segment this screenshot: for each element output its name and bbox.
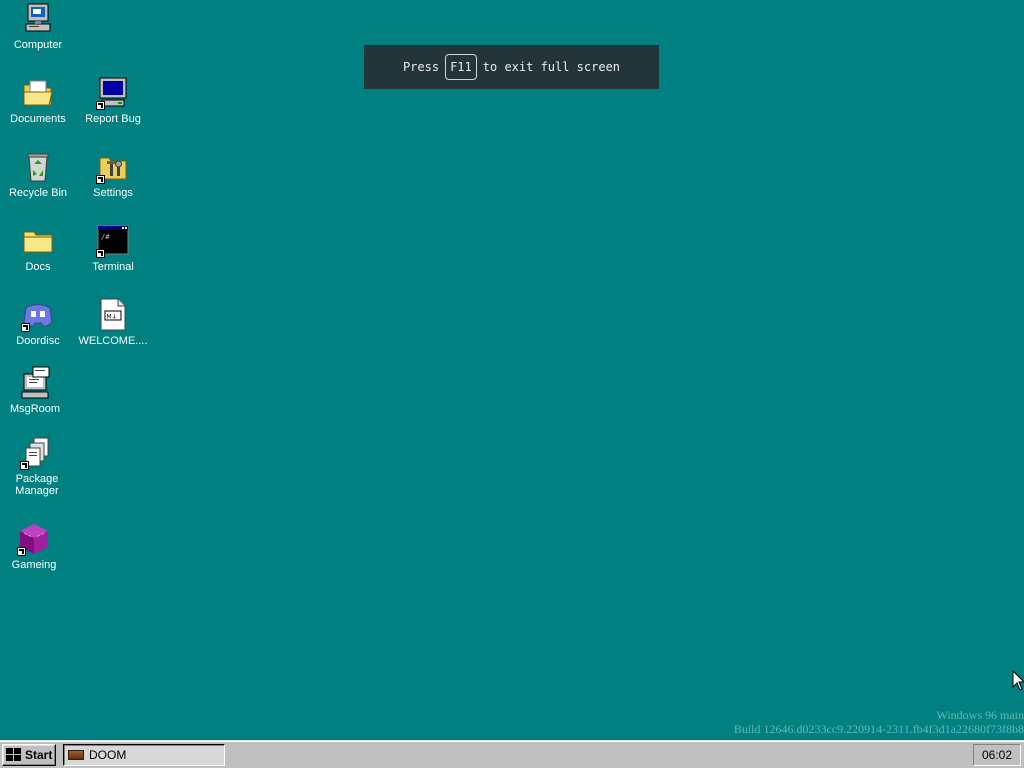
clock-time: 06:02 [981, 748, 1013, 762]
folder-open-icon [21, 76, 55, 110]
desktop-icon-gameing[interactable]: Gameing [0, 522, 71, 571]
desktop[interactable]: Computer Documents Report Bug Recycle Bi… [0, 0, 1024, 740]
cube-icon [17, 522, 51, 556]
monitor-icon [96, 76, 130, 110]
desktop-icon-terminal[interactable]: /# Terminal [76, 224, 150, 273]
desktop-icon-label: Terminal [92, 261, 134, 273]
desktop-icon-report-bug[interactable]: Report Bug [76, 76, 150, 125]
start-label: Start [25, 748, 53, 762]
fullscreen-notice-suffix: to exit full screen [482, 60, 621, 74]
svg-text:M↓: M↓ [107, 314, 117, 321]
desktop-icon-label: Gameing [11, 559, 57, 571]
folder-icon [21, 224, 55, 258]
desktop-icon-welcome[interactable]: M↓ WELCOME.... [76, 298, 150, 347]
taskbar-item-doom[interactable]: DOOM [63, 744, 225, 766]
desktop-icon-label: Package Manager [15, 473, 59, 497]
desktop-icon-docs[interactable]: Docs [1, 224, 75, 273]
system-tray-clock[interactable]: 06:02 [973, 744, 1021, 766]
computer-icon [21, 2, 55, 36]
desktop-icon-package-manager[interactable]: Package Manager [0, 436, 74, 497]
desktop-icon-label: Settings [93, 187, 133, 199]
watermark-build: Build 12646.d0233cc9.220914-2311.fb4f3d1… [733, 722, 1024, 736]
shortcut-arrow-icon [20, 461, 29, 470]
recycle-bin-icon [21, 150, 55, 184]
f11-key-badge: F11 [445, 54, 477, 80]
mouse-cursor-icon [1012, 670, 1024, 691]
settings-folder-icon [96, 150, 130, 184]
desktop-icon-label: Doordisc [16, 335, 60, 347]
desktop-icon-label: MsgRoom [9, 403, 61, 415]
doom-icon [68, 750, 84, 760]
windows-logo-icon [6, 748, 22, 762]
desktop-icon-documents[interactable]: Documents [1, 76, 75, 125]
desktop-icon-label: Docs [25, 261, 51, 273]
desktop-icon-label: Documents [10, 113, 66, 125]
build-watermark: Windows 96 main Build 12646.d0233cc9.220… [734, 708, 1024, 736]
desktop-icon-settings[interactable]: Settings [76, 150, 150, 199]
desktop-icon-label: Report Bug [85, 113, 141, 125]
shortcut-arrow-icon [21, 323, 30, 332]
shortcut-arrow-icon [17, 547, 26, 556]
markdown-file-icon: M↓ [96, 298, 130, 332]
shortcut-arrow-icon [96, 101, 105, 110]
desktop-icon-doordisc[interactable]: Doordisc [1, 298, 75, 347]
desktop-icon-label: Recycle Bin [8, 187, 68, 199]
terminal-icon: /# [96, 224, 130, 258]
taskbar: Start DOOM 06:02 [0, 740, 1024, 768]
start-button[interactable]: Start [2, 744, 56, 766]
desktop-icon-recycle-bin[interactable]: Recycle Bin [1, 150, 75, 199]
discord-icon [21, 298, 55, 332]
package-icon [20, 436, 54, 470]
svg-text:/#: /# [101, 233, 110, 241]
shortcut-arrow-icon [96, 249, 105, 258]
fullscreen-notice: Press F11 to exit full screen [364, 45, 659, 89]
fullscreen-notice-prefix: Press [402, 60, 440, 74]
desktop-icon-computer[interactable]: Computer [1, 2, 75, 51]
chat-computer-icon [18, 366, 52, 400]
shortcut-arrow-icon [96, 175, 105, 184]
desktop-icon-label: WELCOME.... [78, 335, 148, 347]
desktop-icon-label: Computer [13, 39, 63, 51]
watermark-product: Windows 96 main [936, 708, 1024, 722]
taskbar-item-label: DOOM [89, 748, 127, 762]
desktop-icon-msgroom[interactable]: MsgRoom [0, 366, 72, 415]
